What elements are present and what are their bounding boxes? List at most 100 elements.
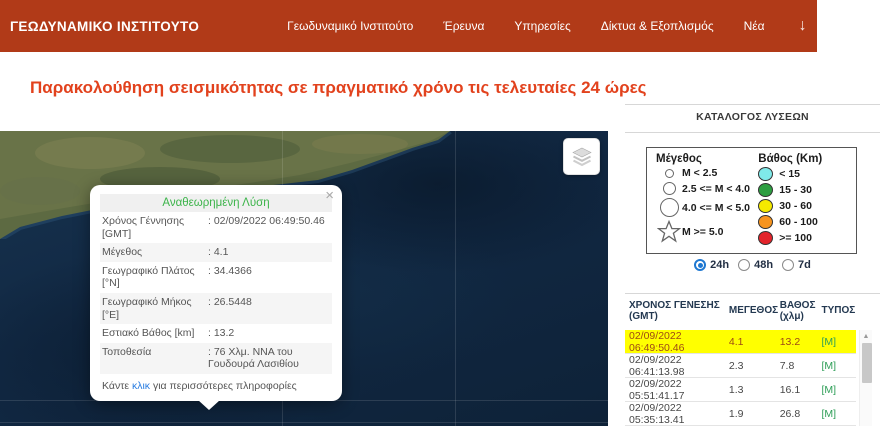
col-header-depth: ΒΑΘΟΣ (χλμ) xyxy=(779,299,816,323)
legend-label: < 15 xyxy=(779,168,801,180)
legend-item: 2.5 <= M < 4.0 xyxy=(656,182,758,195)
page-title: Παρακολούθηση σεισμικότητας σε πραγματικ… xyxy=(30,78,647,97)
legend-label: M < 2.5 xyxy=(682,167,718,179)
popup-label: Γεωγραφικό Πλάτος [°N] xyxy=(102,264,195,290)
legend-label: 4.0 <= M < 5.0 xyxy=(682,201,751,214)
scroll-up-icon[interactable]: ▲ xyxy=(860,330,872,342)
popup-row: Εστιακό Βάθος [km] : 13.2 xyxy=(100,324,332,343)
table-row[interactable]: 02/09/2022 06:49:50.46 4.1 13.2 [M] xyxy=(625,330,856,354)
nav-item-news[interactable]: Νέα xyxy=(744,19,765,33)
down-arrow-icon[interactable]: ↓ xyxy=(799,17,807,35)
table-row[interactable]: 02/09/2022 05:35:13.41 1.9 26.8 [M] xyxy=(625,402,856,426)
legend-magnitude-title: Μέγεθος xyxy=(656,153,702,165)
magnitude-circle-large-icon xyxy=(659,198,679,217)
col-header-magnitude: ΜΕΓΕΘΟΣ xyxy=(728,305,779,317)
popup-label: Εστιακό Βάθος [km] xyxy=(102,327,195,340)
legend-item: 60 - 100 xyxy=(758,215,849,229)
popup-title: Αναθεωρημένη Λύση xyxy=(100,194,332,212)
nav-item-services[interactable]: Υπηρεσίες xyxy=(514,19,570,33)
nav-item-research[interactable]: Έρευνα xyxy=(443,19,484,33)
graticule-line xyxy=(455,131,456,426)
legend-item: < 15 xyxy=(758,167,849,181)
type-link[interactable]: [M] xyxy=(821,384,856,396)
depth-dot-icon xyxy=(758,183,774,197)
cell-magnitude: 1.9 xyxy=(728,407,744,420)
close-icon[interactable]: × xyxy=(325,188,334,203)
radio-24h[interactable]: 24h xyxy=(694,259,729,271)
popup-value: : 13.2 xyxy=(208,327,235,340)
nav-item-institute[interactable]: Γεωδυναμικό Ινστιτούτο xyxy=(287,19,413,33)
popup-value: : 02/09/2022 06:49:50.46 xyxy=(208,215,325,227)
divider xyxy=(625,293,880,294)
star-icon xyxy=(657,220,681,243)
popup-label: Τοποθεσία xyxy=(102,345,152,358)
popup-row: Μέγεθος : 4.1 xyxy=(100,243,332,262)
popup-value: : 76 Χλμ. ΝΝΑ του Γουδουρά Λασιθίου xyxy=(208,345,299,371)
legend-depth-column: Βάθος (Km) < 15 15 - 30 30 - 60 60 - 100 xyxy=(758,153,849,247)
popup-row: Τοποθεσία : 76 Χλμ. ΝΝΑ του Γουδουρά Λασ… xyxy=(100,342,332,374)
legend-label: 60 - 100 xyxy=(779,216,818,228)
radio-icon xyxy=(694,259,707,271)
cell-time: 02/09/2022 05:35:13.41 xyxy=(629,401,685,426)
cell-depth: 13.2 xyxy=(779,335,801,348)
cell-depth: 16.1 xyxy=(779,383,801,396)
type-link[interactable]: [M] xyxy=(821,360,856,372)
cell-time: 02/09/2022 05:51:41.17 xyxy=(629,377,685,402)
popup-label: Γεωγραφικό Μήκος [°E] xyxy=(102,295,192,321)
header: ΓΕΩΔΥΝΑΜΙΚΟ ΙΝΣΤΙΤΟΥΤΟ Γεωδυναμικό Ινστι… xyxy=(0,0,817,52)
popup-pointer xyxy=(198,399,220,410)
more-info-link[interactable]: κλικ xyxy=(132,380,150,392)
radio-icon xyxy=(782,259,795,271)
table-row[interactable]: 02/09/2022 06:41:13.98 2.3 7.8 [M] xyxy=(625,354,856,378)
legend-item: 15 - 30 xyxy=(758,183,849,197)
depth-dot-icon xyxy=(758,231,774,245)
popup-rows: Χρόνος Γέννησης [GMT] : 02/09/2022 06:49… xyxy=(100,212,332,374)
radio-7d[interactable]: 7d xyxy=(782,259,811,271)
scrollbar-thumb[interactable] xyxy=(861,343,872,383)
magnitude-circle-medium-icon xyxy=(662,182,676,195)
layers-icon xyxy=(571,147,592,166)
table-scrollbar[interactable]: ▲ xyxy=(859,330,872,426)
cell-magnitude: 1.3 xyxy=(728,383,744,396)
popup-value: : 34.4366 xyxy=(208,264,252,277)
legend-label: 30 - 60 xyxy=(779,200,812,212)
earthquake-popup: × Αναθεωρημένη Λύση Χρόνος Γέννησης [GMT… xyxy=(90,185,342,410)
popup-row: Γεωγραφικό Πλάτος [°N] : 34.4366 xyxy=(100,262,332,293)
divider xyxy=(625,132,880,133)
legend-magnitude-column: Μέγεθος M < 2.5 2.5 <= M < 4.0 4.0 <= M … xyxy=(656,153,758,247)
layers-control-button[interactable] xyxy=(563,138,600,175)
table-header: ΧΡΟΝΟΣ ΓΕΝΕΣΗΣ (GMT) ΜΕΓΕΘΟΣ ΒΑΘΟΣ (χλμ)… xyxy=(629,297,856,325)
cell-time: 02/09/2022 06:41:13.98 xyxy=(629,353,685,378)
cell-time: 02/09/2022 06:49:50.46 xyxy=(629,330,685,354)
popup-footer: Κάντε κλικ για περισσότερες πληροφορίες xyxy=(100,374,332,395)
popup-value: : 4.1 xyxy=(208,246,229,259)
type-link[interactable]: [M] xyxy=(821,408,856,420)
radio-label: 48h xyxy=(754,259,774,271)
radio-48h[interactable]: 48h xyxy=(738,259,773,271)
graticule-line xyxy=(0,422,608,423)
legend-item: 4.0 <= M < 5.0 xyxy=(656,198,758,217)
legend-label: 15 - 30 xyxy=(779,184,812,196)
col-header-time: ΧΡΟΝΟΣ ΓΕΝΕΣΗΣ (GMT) xyxy=(629,299,720,323)
popup-row: Χρόνος Γέννησης [GMT] : 02/09/2022 06:49… xyxy=(100,212,332,243)
catalog-title: ΚΑΤΑΛΟΓΟΣ ΛΥΣΕΩΝ xyxy=(696,111,809,123)
magnitude-circle-small-icon xyxy=(664,168,674,178)
legend-item: 30 - 60 xyxy=(758,199,849,213)
legend-label: M >= 5.0 xyxy=(682,225,724,238)
popup-row: Γεωγραφικό Μήκος [°E] : 26.5448 xyxy=(100,292,332,325)
type-link[interactable]: [M] xyxy=(821,336,856,348)
col-header-type: ΤΥΠΟΣ xyxy=(821,305,856,317)
logo[interactable]: ΓΕΩΔΥΝΑΜΙΚΟ ΙΝΣΤΙΤΟΥΤΟ xyxy=(10,19,199,34)
table-row[interactable]: 02/09/2022 05:51:41.17 1.3 16.1 [M] xyxy=(625,378,856,402)
time-filter-group: 24h 48h 7d xyxy=(625,259,880,271)
depth-dot-icon xyxy=(758,215,774,229)
cell-magnitude: 4.1 xyxy=(728,335,744,348)
seismicity-map[interactable]: × Αναθεωρημένη Λύση Χρόνος Γέννησης [GMT… xyxy=(0,131,608,426)
page: ΓΕΩΔΥΝΑΜΙΚΟ ΙΝΣΤΙΤΟΥΤΟ Γεωδυναμικό Ινστι… xyxy=(0,0,880,426)
nav-item-networks[interactable]: Δίκτυα & Εξοπλισμός xyxy=(601,19,714,33)
main-nav: Γεωδυναμικό Ινστιτούτο Έρευνα Υπηρεσίες … xyxy=(287,17,806,35)
legend-item: M < 2.5 xyxy=(656,167,758,179)
earthquake-table: 02/09/2022 06:49:50.46 4.1 13.2 [M] 02/0… xyxy=(625,330,856,426)
sidebar: ΚΑΤΑΛΟΓΟΣ ΛΥΣΕΩΝ Μέγεθος M < 2.5 2.5 <= … xyxy=(625,96,880,426)
popup-label: Χρόνος Γέννησης [GMT] xyxy=(102,215,185,240)
